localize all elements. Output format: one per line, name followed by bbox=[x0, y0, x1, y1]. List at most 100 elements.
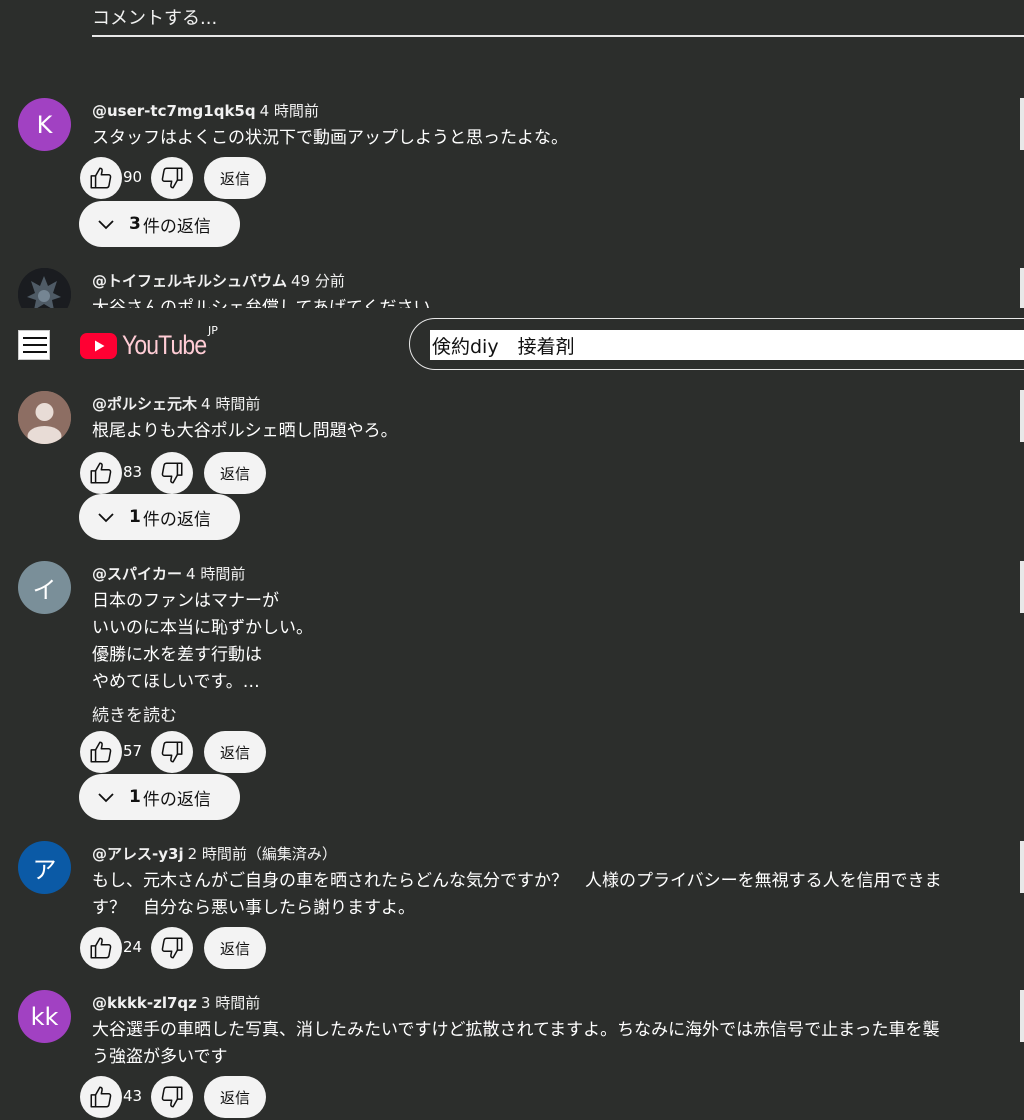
dislike-button[interactable] bbox=[151, 452, 193, 494]
comment-meta: @アレス-y3j 2 時間前（編集済み） bbox=[92, 843, 337, 864]
like-count: 43 bbox=[123, 1087, 143, 1105]
comment-text-line: やめてほしいです。… bbox=[92, 672, 260, 692]
view-replies-button[interactable]: 1 件の返信 bbox=[79, 494, 240, 540]
comment-text: 日本のファンはマナーが いいのに本当に恥ずかしい。 優勝に水を差す行動は やめて… bbox=[92, 588, 1012, 696]
comment-text: 根尾よりも大谷ポルシェ晒し問題やろ。 bbox=[92, 418, 1012, 445]
search-box[interactable] bbox=[409, 318, 1024, 370]
comment-text-line: す？ 自分なら悪い事したら謝りますよ。 bbox=[92, 898, 415, 918]
avatar[interactable] bbox=[18, 268, 71, 310]
reply-button[interactable]: 返信 bbox=[204, 452, 266, 494]
chevron-down-icon bbox=[98, 513, 114, 523]
like-count: 57 bbox=[123, 742, 143, 760]
thumbs-up-icon bbox=[90, 741, 112, 763]
masthead: YouTube JP bbox=[0, 308, 1024, 380]
youtube-logo[interactable]: YouTube bbox=[80, 330, 221, 361]
comment-text-line: 優勝に水を差す行動は bbox=[92, 645, 262, 665]
like-button[interactable] bbox=[80, 157, 122, 199]
like-button[interactable] bbox=[80, 1076, 122, 1118]
comment: K @user-tc7mg1qk5q 4 時間前 スタッフはよくこの状況下で動画ア… bbox=[0, 98, 1024, 258]
avatar[interactable]: K bbox=[18, 98, 71, 151]
comment-time[interactable]: 3 時間前 bbox=[201, 994, 260, 1012]
comment-text-line: いいのに本当に恥ずかしい。 bbox=[92, 618, 313, 638]
thumbs-up-icon bbox=[90, 937, 112, 959]
comment-text-line: 日本のファンはマナーが bbox=[92, 591, 279, 611]
scroll-edge bbox=[1020, 990, 1024, 1042]
comment: kk @kkkk-zl7qz 3 時間前 大谷選手の車晒した写真、消したみたいです… bbox=[0, 990, 1024, 1118]
comment-author[interactable]: @トイフェルキルシュバウム bbox=[92, 272, 287, 290]
thumbs-down-icon bbox=[161, 167, 183, 189]
comment-text: もし、元木さんがご自身の車を晒されたらどんな気分ですか？ 人様のプライバシーを無… bbox=[92, 868, 1012, 922]
comment-input-placeholder[interactable]: コメントする... bbox=[92, 4, 217, 30]
thumbs-up-icon bbox=[90, 167, 112, 189]
replies-label: 件の返信 bbox=[142, 789, 211, 810]
avatar[interactable]: ア bbox=[18, 841, 71, 894]
comment-text-line: スタッフはよくこの状況下で動画アップしようと思ったよな。 bbox=[92, 128, 568, 148]
menu-button[interactable] bbox=[18, 330, 50, 360]
comment-author[interactable]: @アレス-y3j bbox=[92, 845, 184, 863]
thumbs-up-icon bbox=[90, 462, 112, 484]
comment-time[interactable]: 2 時間前（編集済み） bbox=[188, 845, 337, 863]
thumbs-down-icon bbox=[161, 462, 183, 484]
like-count: 24 bbox=[123, 938, 143, 956]
dislike-button[interactable] bbox=[151, 927, 193, 969]
comment-meta: @user-tc7mg1qk5q 4 時間前 bbox=[92, 100, 319, 121]
dislike-button[interactable] bbox=[151, 157, 193, 199]
dislike-button[interactable] bbox=[151, 731, 193, 773]
avatar[interactable] bbox=[18, 391, 71, 444]
view-replies-button[interactable]: 3 件の返信 bbox=[79, 201, 240, 247]
logo-text: YouTube bbox=[122, 330, 207, 360]
comment-meta: @ポルシェ元木 4 時間前 bbox=[92, 393, 260, 414]
comment: @トイフェルキルシュバウム 49 分前 大谷さんのポルシェ弁償してあげてください。 bbox=[0, 268, 1024, 310]
reply-count: 1 bbox=[129, 507, 141, 527]
read-more-link[interactable]: 続きを読む bbox=[92, 701, 177, 726]
comment-input[interactable]: コメントする... bbox=[92, 0, 1024, 40]
thumbs-down-icon bbox=[161, 741, 183, 763]
reply-count: 3 bbox=[129, 214, 141, 234]
search-input[interactable] bbox=[430, 330, 1024, 360]
chevron-down-icon bbox=[98, 220, 114, 230]
scroll-edge bbox=[1020, 561, 1024, 613]
comment: イ @スパイカー 4 時間前 日本のファンはマナーが いいのに本当に恥ずかしい。 … bbox=[0, 561, 1024, 823]
reply-button[interactable]: 返信 bbox=[204, 927, 266, 969]
comment-time[interactable]: 49 分前 bbox=[291, 272, 345, 290]
region-code: JP bbox=[208, 324, 218, 337]
view-replies-button[interactable]: 1 件の返信 bbox=[79, 774, 240, 820]
chevron-down-icon bbox=[98, 793, 114, 803]
comment-meta: @スパイカー 4 時間前 bbox=[92, 563, 245, 584]
avatar-image-icon bbox=[18, 268, 71, 310]
comment-text-line: う強盗が多いです bbox=[92, 1047, 228, 1067]
scroll-edge bbox=[1020, 98, 1024, 150]
comment-author[interactable]: @ポルシェ元木 bbox=[92, 395, 197, 413]
comment-text: 大谷選手の車晒した写真、消したみたいですけど拡散されてますよ。ちなみに海外では赤… bbox=[92, 1017, 1012, 1071]
comment: @ポルシェ元木 4 時間前 根尾よりも大谷ポルシェ晒し問題やろ。 83 返信 1 … bbox=[0, 391, 1024, 546]
reply-button[interactable]: 返信 bbox=[204, 731, 266, 773]
scroll-edge bbox=[1020, 268, 1024, 308]
avatar[interactable]: イ bbox=[18, 561, 71, 614]
scroll-edge bbox=[1020, 841, 1024, 893]
comment-text-line: 大谷選手の車晒した写真、消したみたいですけど拡散されてますよ。ちなみに海外では赤… bbox=[92, 1020, 940, 1040]
avatar[interactable]: kk bbox=[18, 990, 71, 1043]
replies-label: 件の返信 bbox=[142, 216, 211, 237]
youtube-play-icon bbox=[80, 332, 117, 359]
dislike-button[interactable] bbox=[151, 1076, 193, 1118]
comment-meta: @トイフェルキルシュバウム 49 分前 bbox=[92, 270, 345, 291]
reply-button[interactable]: 返信 bbox=[204, 1076, 266, 1118]
comment-time[interactable]: 4 時間前 bbox=[260, 102, 319, 120]
like-button[interactable] bbox=[80, 927, 122, 969]
like-button[interactable] bbox=[80, 731, 122, 773]
replies-label: 件の返信 bbox=[142, 509, 211, 530]
comment-time[interactable]: 4 時間前 bbox=[201, 395, 260, 413]
like-button[interactable] bbox=[80, 452, 122, 494]
comment-author[interactable]: @スパイカー bbox=[92, 565, 182, 583]
comment-meta: @kkkk-zl7qz 3 時間前 bbox=[92, 992, 260, 1013]
reply-button[interactable]: 返信 bbox=[204, 157, 266, 199]
comment-time[interactable]: 4 時間前 bbox=[186, 565, 245, 583]
comment-author[interactable]: @kkkk-zl7qz bbox=[92, 994, 197, 1012]
like-count: 90 bbox=[123, 168, 143, 186]
thumbs-down-icon bbox=[161, 1086, 183, 1108]
thumbs-down-icon bbox=[161, 937, 183, 959]
comment-author[interactable]: @user-tc7mg1qk5q bbox=[92, 102, 256, 120]
like-count: 83 bbox=[123, 463, 143, 481]
comment-text: スタッフはよくこの状況下で動画アップしようと思ったよな。 bbox=[92, 125, 1012, 152]
default-avatar-icon bbox=[18, 391, 71, 444]
